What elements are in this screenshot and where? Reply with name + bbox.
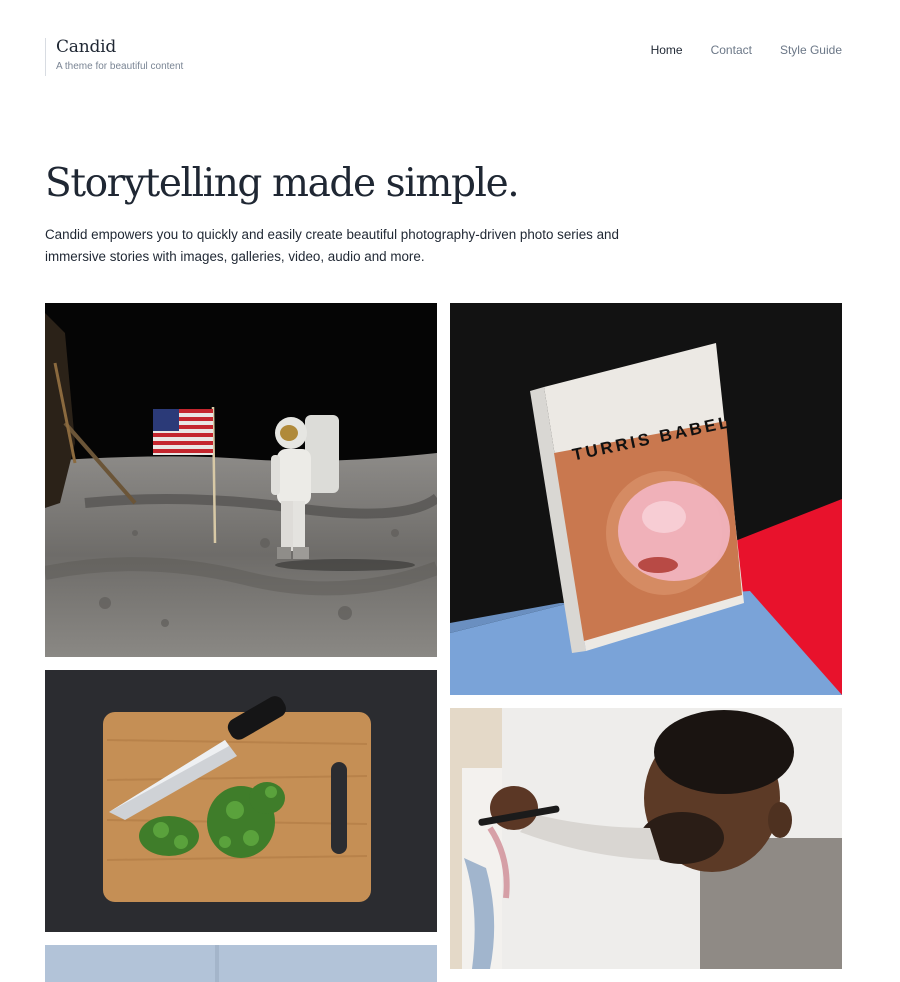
main-navigation: Home Contact Style Guide [623, 43, 842, 57]
gallery-image-artist[interactable] [450, 708, 842, 969]
gallery-image-moon-landing[interactable] [45, 303, 437, 657]
gallery-image-knife-board[interactable] [45, 670, 437, 932]
hero-heading: Storytelling made simple. [45, 161, 520, 206]
gallery-image-book[interactable]: TURRIS BABEL [450, 303, 842, 695]
nav-style-guide-link[interactable]: Style Guide [780, 43, 842, 57]
artist-illustration [450, 708, 842, 969]
gallery-image-partial[interactable] [45, 945, 437, 982]
moon-landing-illustration [45, 303, 437, 657]
cutting-board-illustration [45, 670, 437, 932]
site-branding: Candid A theme for beautiful content [45, 38, 183, 76]
nav-home-link[interactable]: Home [651, 43, 683, 57]
hero-section: Storytelling made simple. Candid empower… [45, 160, 645, 268]
site-header: Candid A theme for beautiful content Hom… [0, 0, 900, 100]
partial-image-illustration [45, 945, 437, 982]
site-tagline: A theme for beautiful content [56, 61, 184, 72]
site-title[interactable]: Candid [56, 38, 183, 56]
hero-intro: Candid empowers you to quickly and easil… [45, 227, 619, 264]
book-cover-illustration: TURRIS BABEL [450, 303, 842, 695]
nav-contact-link[interactable]: Contact [711, 43, 752, 57]
